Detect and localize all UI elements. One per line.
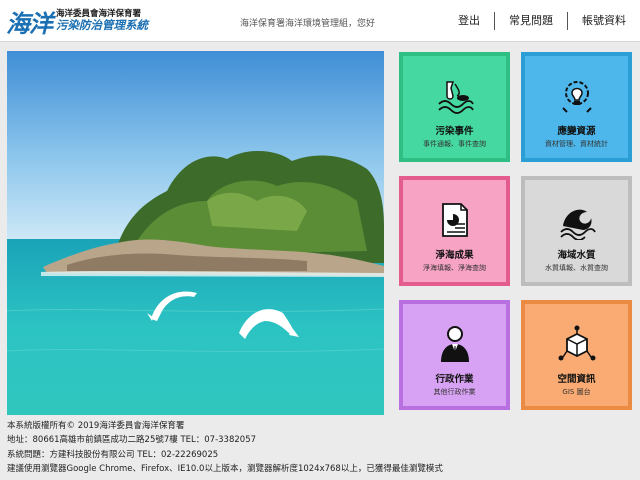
network-cube-icon (558, 325, 595, 361)
site-logo[interactable]: 海洋 海洋委員會海洋保育署 污染防治管理系統 (6, 3, 148, 39)
footer-browser-note: 建議使用瀏覽器Google Chrome、Firefox、IE10.0以上版本，… (7, 464, 443, 475)
header-bar: 海洋 海洋委員會海洋保育署 污染防治管理系統 海洋保育署海洋環境管理組，您好 登… (0, 0, 640, 42)
tile-subtitle: 事件通報、事件查詢 (423, 140, 486, 148)
tile-subtitle: 其他行政作業 (433, 388, 476, 396)
feature-tiles: 污染事件 事件通報、事件查詢 應變資源 資材管理、資材統計 淨海成果 淨海填報、… (399, 52, 632, 410)
tile-title: 空間資訊 (557, 374, 596, 385)
wave-water-icon (559, 209, 596, 240)
footer-address: 地址：80661高雄市前鎮區成功二路25號7樓 TEL：07-3382057 (7, 435, 257, 446)
tile-subtitle: GIS 圖台 (562, 388, 591, 396)
tile-title: 海域水質 (557, 250, 596, 261)
report-document-icon (441, 203, 468, 237)
tile-title: 應變資源 (557, 126, 596, 137)
logo-mark: 海洋 (6, 8, 53, 38)
tile-subtitle: 水質填報、水質查詢 (545, 264, 608, 272)
faq-link[interactable]: 常見問題 (495, 12, 567, 30)
tile-title: 污染事件 (435, 126, 474, 137)
tile-title: 行政作業 (435, 374, 474, 385)
logout-link[interactable]: 登出 (444, 12, 494, 30)
top-nav: 登出 常見問題 帳號資料 (444, 0, 640, 42)
tile-spatial-info[interactable]: 空間資訊 GIS 圖台 (521, 300, 632, 410)
tile-subtitle: 資材管理、資材統計 (545, 140, 608, 148)
account-link[interactable]: 帳號資料 (568, 12, 640, 30)
officer-person-icon (440, 326, 469, 362)
tile-title: 淨海成果 (435, 250, 474, 261)
gear-lightbulb-icon (561, 81, 592, 113)
footer-support: 系統問題：方建科技股份有限公司 TEL：02-22269025 (7, 449, 219, 460)
tile-cleanup-results[interactable]: 淨海成果 淨海填報、淨海查詢 (399, 176, 510, 286)
tile-administration[interactable]: 行政作業 其他行政作業 (399, 300, 510, 410)
site-footer: 本系統版權所有© 2019海洋委員會海洋保育署 地址：80661高雄市前鎮區成功… (7, 419, 633, 477)
tile-pollution-event[interactable]: 污染事件 事件通報、事件查詢 (399, 52, 510, 162)
footer-copyright: 本系統版權所有© 2019海洋委員會海洋保育署 (7, 421, 185, 431)
logo-system-name: 污染防治管理系統 (56, 18, 148, 33)
tile-subtitle: 淨海填報、淨海查詢 (423, 264, 486, 272)
tile-water-quality[interactable]: 海域水質 水質填報、水質查詢 (521, 176, 632, 286)
oil-spill-icon (437, 81, 474, 114)
tile-response-resources[interactable]: 應變資源 資材管理、資材統計 (521, 52, 632, 162)
hero-photo (7, 51, 384, 415)
user-greeting: 海洋保育署海洋環境管理組，您好 (240, 19, 376, 29)
